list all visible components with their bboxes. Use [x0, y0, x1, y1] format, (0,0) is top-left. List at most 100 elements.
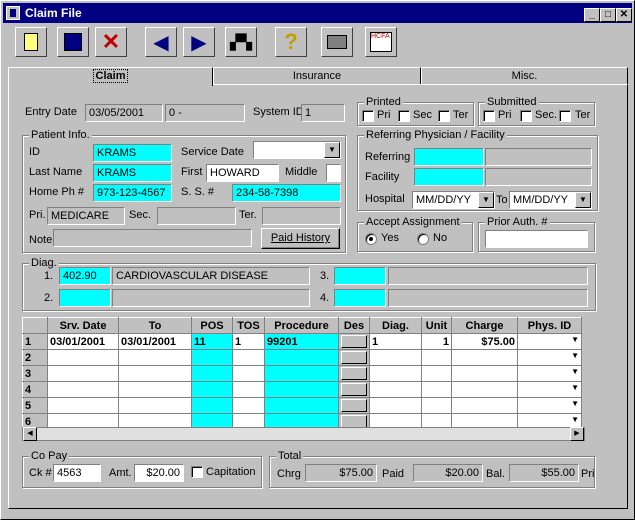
hcfa-form-icon: HCFA [370, 32, 392, 52]
col-unit[interactable]: Unit [421, 317, 452, 334]
table-row: 4 ▼ [22, 381, 582, 398]
primary-insurance-field[interactable]: MEDICARE [47, 207, 125, 225]
check-number-field[interactable]: 4563 [53, 464, 101, 482]
tertiary-insurance-field[interactable] [262, 207, 341, 225]
window-title: Claim File [25, 6, 82, 20]
find-button[interactable]: ▞▚ [225, 27, 257, 57]
col-phys-id[interactable]: Phys. ID [517, 317, 582, 334]
diag-1-code-field[interactable]: 402.90 [59, 267, 111, 285]
facility-code-field[interactable] [414, 168, 484, 186]
capitation-checkbox[interactable] [191, 466, 203, 478]
first-name-field[interactable]: HOWARD [206, 164, 279, 182]
printed-ter-checkbox[interactable] [438, 110, 450, 122]
chevron-down-icon[interactable]: ▼ [571, 335, 579, 344]
col-diag[interactable]: Diag. [369, 317, 422, 334]
system-id-label: System ID [253, 106, 304, 118]
close-button[interactable]: ✕ [616, 8, 632, 22]
ssn-field[interactable]: 234-58-7398 [232, 184, 341, 202]
chevron-down-icon[interactable]: ▼ [571, 383, 579, 392]
home-phone-field[interactable]: 973-123-4567 [93, 184, 172, 202]
delete-icon: ✕ [101, 29, 121, 54]
note-field[interactable] [53, 229, 252, 247]
last-name-field[interactable]: KRAMS [93, 164, 172, 182]
entry-suffix-field[interactable]: 0 - [165, 104, 245, 122]
balance-field: $55.00 [509, 464, 579, 482]
accept-yes-radio[interactable] [365, 233, 377, 245]
col-tos[interactable]: TOS [232, 317, 265, 334]
description-button[interactable] [341, 399, 367, 412]
delete-button[interactable]: ✕ [95, 27, 127, 57]
submitted-ter-checkbox[interactable] [559, 110, 571, 122]
help-button[interactable]: ? [275, 27, 307, 57]
system-id-field[interactable]: 1 [301, 104, 345, 122]
minimize-button[interactable]: _ [584, 8, 600, 22]
chevron-down-icon[interactable]: ▼ [571, 399, 579, 408]
chevron-down-icon[interactable]: ▼ [324, 142, 340, 158]
diag-3-desc-field[interactable] [388, 267, 588, 285]
facility-name-field[interactable] [485, 168, 592, 186]
total-charge-field: $75.00 [305, 464, 377, 482]
new-button[interactable] [15, 27, 47, 57]
patient-id-field[interactable]: KRAMS [93, 144, 172, 162]
paid-history-button[interactable]: Paid History [261, 228, 340, 249]
scroll-right-icon[interactable]: ▶ [570, 427, 584, 441]
title-bar: Claim File _ □ ✕ [3, 3, 632, 23]
submitted-sec-checkbox[interactable] [520, 110, 532, 122]
entry-date-field[interactable]: 03/05/2001 [85, 104, 163, 122]
hcfa-button[interactable]: HCFA [365, 27, 397, 57]
printed-sec-checkbox[interactable] [398, 110, 410, 122]
col-pos[interactable]: POS [191, 317, 233, 334]
description-button[interactable] [341, 367, 367, 380]
chevron-down-icon[interactable]: ▼ [571, 351, 579, 360]
col-srv-date[interactable]: Srv. Date [47, 317, 119, 334]
table-row: 5 ▼ [22, 397, 582, 414]
diag-3-code-field[interactable] [334, 267, 386, 285]
description-button[interactable] [341, 335, 367, 348]
accept-no-radio[interactable] [417, 233, 429, 245]
referring-code-field[interactable] [414, 148, 484, 166]
print-icon [327, 35, 347, 49]
description-button[interactable] [341, 383, 367, 396]
forward-arrow-icon: ▶ [191, 31, 207, 54]
col-to[interactable]: To [118, 317, 192, 334]
claim-window: Claim File _ □ ✕ ✕ ◀ ▶ ▞▚ ? HCFA Claim I… [0, 0, 635, 520]
table-row: 2 ▼ [22, 349, 582, 366]
scroll-left-icon[interactable]: ◀ [23, 427, 37, 441]
diag-4-desc-field[interactable] [388, 289, 588, 307]
hospital-to-dropdown-icon[interactable]: ▼ [575, 192, 591, 208]
prior-auth-field[interactable] [485, 230, 588, 248]
entry-date-label: Entry Date [25, 106, 77, 118]
tab-claim[interactable]: Claim [8, 67, 213, 86]
table-row: 3 ▼ [22, 365, 582, 382]
col-charge[interactable]: Charge [451, 317, 518, 334]
maximize-button[interactable]: □ [600, 8, 616, 22]
chevron-down-icon[interactable]: ▼ [571, 415, 579, 424]
referring-name-field[interactable] [485, 148, 592, 166]
tab-insurance[interactable]: Insurance [213, 67, 421, 85]
tab-misc[interactable]: Misc. [421, 67, 628, 85]
grid-header-row: Srv. Date To POS TOS Procedure Des Diag.… [22, 317, 582, 334]
submitted-pri-checkbox[interactable] [483, 110, 495, 122]
col-procedure[interactable]: Procedure [264, 317, 339, 334]
new-document-icon [24, 33, 38, 51]
copay-amount-field[interactable]: $20.00 [134, 464, 184, 482]
save-button[interactable] [57, 27, 89, 57]
help-icon: ? [284, 29, 298, 54]
binoculars-icon: ▞▚ [230, 33, 252, 50]
next-button[interactable]: ▶ [183, 27, 215, 57]
secondary-insurance-field[interactable] [157, 207, 236, 225]
grid-horizontal-scrollbar[interactable]: ◀ ▶ [22, 427, 585, 441]
chevron-down-icon[interactable]: ▼ [571, 367, 579, 376]
previous-button[interactable]: ◀ [145, 27, 177, 57]
diag-4-code-field[interactable] [334, 289, 386, 307]
description-button[interactable] [341, 351, 367, 364]
diag-2-code-field[interactable] [59, 289, 111, 307]
col-des[interactable]: Des [338, 317, 370, 334]
hospital-from-dropdown-icon[interactable]: ▼ [478, 192, 494, 208]
diag-1-desc-field[interactable]: CARDIOVASCULAR DISEASE [112, 267, 310, 285]
middle-initial-field[interactable] [326, 164, 341, 182]
printed-pri-checkbox[interactable] [362, 110, 374, 122]
print-button[interactable] [321, 27, 353, 57]
diag-2-desc-field[interactable] [112, 289, 310, 307]
save-icon [64, 33, 82, 51]
